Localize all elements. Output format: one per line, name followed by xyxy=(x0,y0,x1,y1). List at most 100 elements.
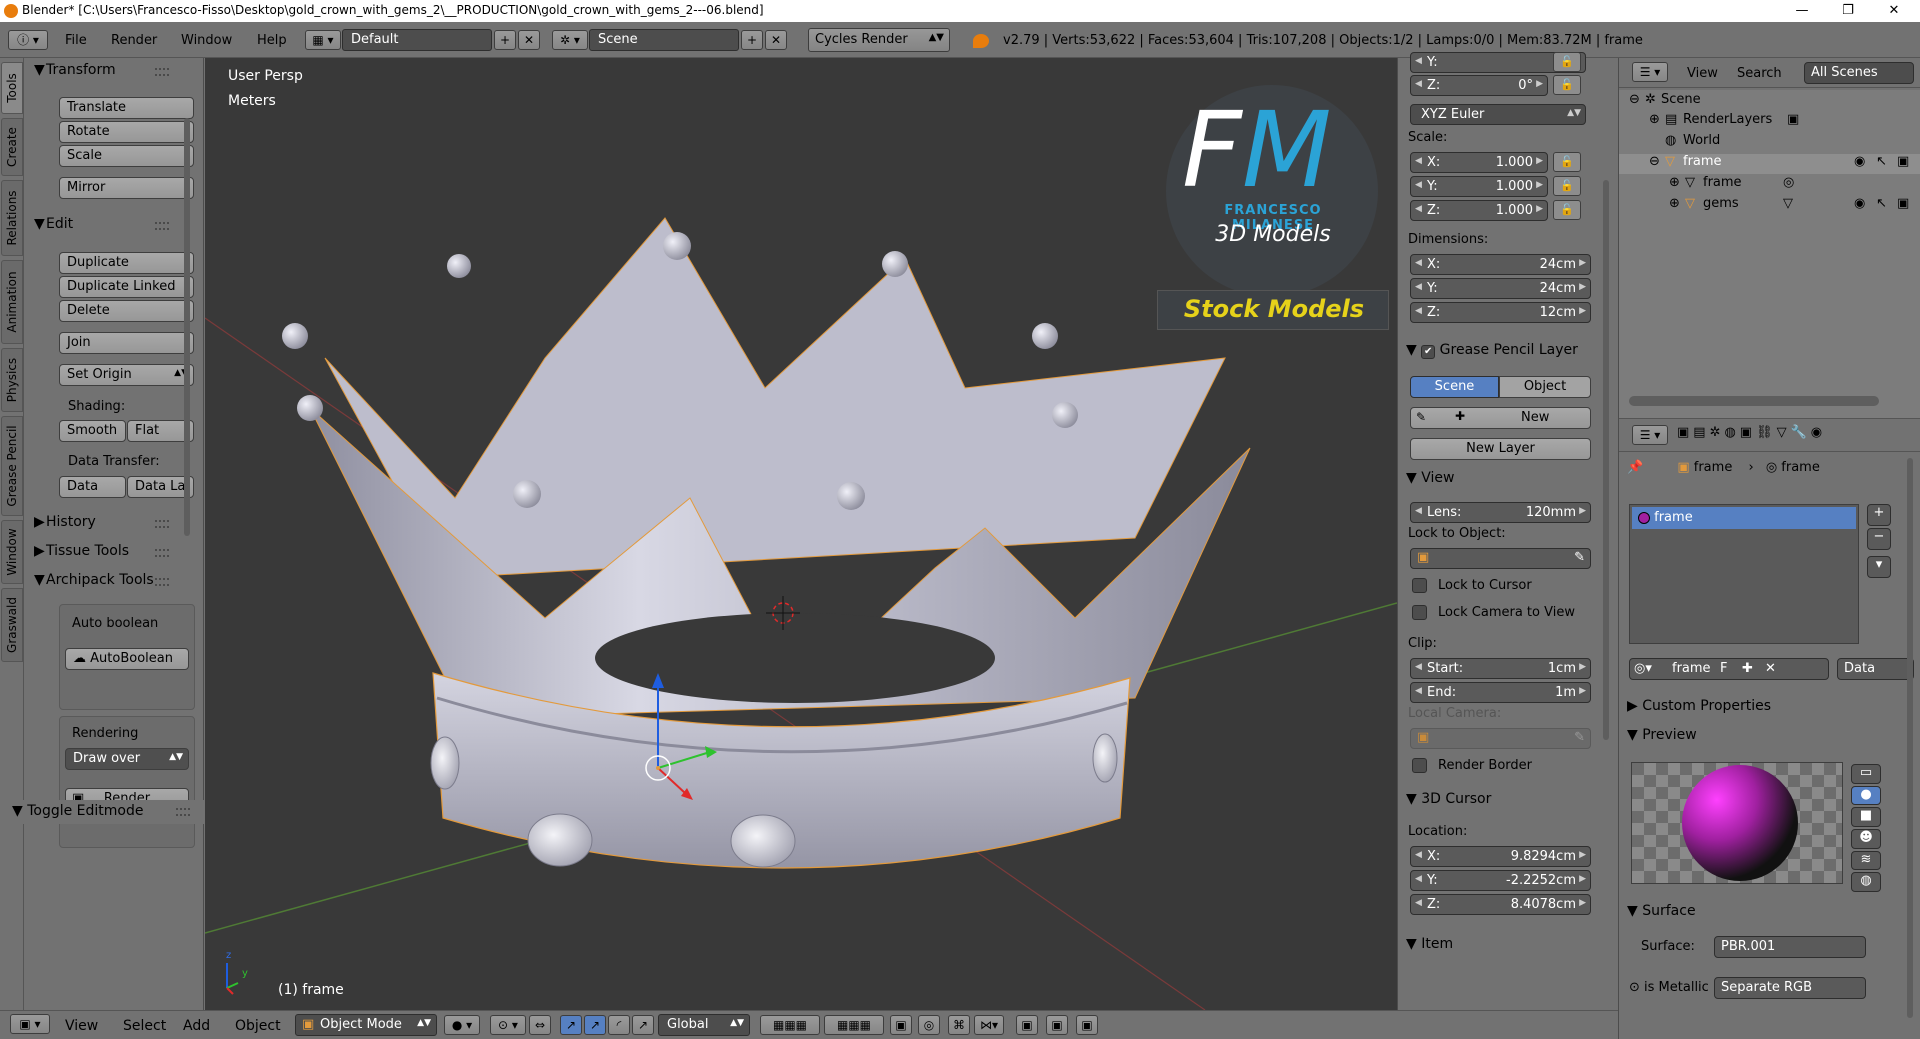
add-slot-icon[interactable]: + xyxy=(1867,504,1891,526)
panel-grip-icon[interactable] xyxy=(155,68,169,76)
outliner-h-scrollbar[interactable] xyxy=(1629,396,1879,406)
outliner-row-frame-mesh[interactable]: ⊕ ▽ frame ◎ xyxy=(1619,175,1920,195)
material-browse-icon[interactable]: ◎▾ xyxy=(1634,661,1652,676)
menu-add[interactable]: Add xyxy=(183,1018,210,1034)
add-scene-icon[interactable]: + xyxy=(741,30,763,50)
properties-editor-type-icon[interactable]: ☰ ▾ xyxy=(1632,425,1668,445)
join-button[interactable]: Join xyxy=(59,332,194,354)
lock-icon[interactable]: 🔓 xyxy=(1553,75,1581,95)
screen-layout-icon[interactable]: ▦ ▾ xyxy=(305,30,341,50)
lock-icon[interactable]: 🔓 xyxy=(1553,200,1581,220)
menu-window[interactable]: Window xyxy=(181,33,232,48)
scene-field[interactable]: Scene xyxy=(589,29,739,51)
material-datablock[interactable]: ◎▾ frame F ✚ ✕ xyxy=(1629,658,1829,680)
clip-end-field[interactable]: ◀ End: 1m ▶ xyxy=(1410,682,1591,703)
preview-plane-icon[interactable]: ▭ xyxy=(1851,764,1881,784)
lock-layers-icon[interactable]: ▣ xyxy=(890,1015,912,1035)
data-transfer-button[interactable]: Data xyxy=(59,476,126,498)
panel-tissue-header[interactable]: ▶Tissue Tools xyxy=(34,543,129,559)
panel-grip-icon[interactable] xyxy=(155,549,169,557)
renderability-camera-icon[interactable]: ▣ xyxy=(1897,196,1909,211)
is-metallic-dropdown[interactable]: Separate RGB xyxy=(1714,977,1866,999)
outliner-row-world[interactable]: ◍ World xyxy=(1619,133,1920,153)
visibility-eye-icon[interactable]: ◉ xyxy=(1854,196,1865,211)
grease-pencil-checkbox[interactable]: ✔ xyxy=(1421,345,1436,359)
selectability-arrow-icon[interactable]: ↖ xyxy=(1876,154,1887,169)
material-slot-list[interactable]: frame xyxy=(1629,504,1859,644)
viewport-render-icon[interactable]: ▣ xyxy=(1076,1015,1098,1035)
editor-type-3dview-icon[interactable]: ▣ ▾ xyxy=(10,1014,50,1034)
fake-user-button[interactable]: F xyxy=(1720,661,1727,676)
scale-z-field[interactable]: ◀ Z: 1.000 ▶ xyxy=(1410,200,1548,221)
set-origin-dropdown[interactable]: Set Origin ▲▼ xyxy=(59,364,194,386)
rotate-button[interactable]: Rotate xyxy=(59,121,194,143)
menu-render[interactable]: Render xyxy=(111,33,157,48)
translate-manipulator-icon[interactable]: ↗ xyxy=(560,1015,582,1035)
manipulator-toggle-icon[interactable]: ⇔ xyxy=(529,1015,551,1035)
outliner-row-renderlayers[interactable]: ⊕ ▤ RenderLayers ▣ xyxy=(1619,112,1920,132)
delete-button[interactable]: Delete xyxy=(59,300,194,322)
scale-y-field[interactable]: ◀ Y: 1.000 ▶ xyxy=(1410,176,1548,197)
render-layer-toggle-icon[interactable]: ▣ xyxy=(1787,112,1799,127)
gp-object-tab[interactable]: Object xyxy=(1499,376,1591,398)
add-layout-icon[interactable]: + xyxy=(494,30,516,50)
3d-viewport[interactable]: User Persp Meters (1) frame z y FM FRANC… xyxy=(205,58,1397,1010)
outliner-filter-dropdown[interactable]: All Scenes xyxy=(1804,62,1914,84)
snap-element-icon[interactable]: ⋈▾ xyxy=(974,1015,1004,1035)
layers-grid-1-icon[interactable]: ▦▦▦ xyxy=(760,1015,820,1035)
screen-layout-field[interactable]: Default xyxy=(342,29,492,51)
dimension-x-field[interactable]: ◀ X: 24cm ▶ xyxy=(1410,254,1591,275)
outliner-search-menu[interactable]: Search xyxy=(1737,66,1782,81)
grease-pencil-panel-header[interactable]: ▼ ✔ Grease Pencil Layer xyxy=(1406,342,1578,359)
scale-button[interactable]: Scale xyxy=(59,145,194,167)
preview-world-icon[interactable]: ◍ xyxy=(1851,872,1881,893)
render-border-checkbox[interactable] xyxy=(1412,758,1427,773)
rotation-z-field[interactable]: ◀ Z: 0° ▶ xyxy=(1410,75,1548,96)
material-link-dropdown[interactable]: Data xyxy=(1837,658,1914,680)
scene-selector-icon[interactable]: ✲ ▾ xyxy=(552,30,588,50)
tab-physics[interactable]: Physics xyxy=(1,348,23,412)
lock-to-cursor-checkbox[interactable] xyxy=(1412,578,1427,593)
pin-icon[interactable]: 📌 xyxy=(1627,460,1643,475)
outliner-row-frame-object[interactable]: ⊖ ▽ frame ◉ ↖ ▣ xyxy=(1619,154,1920,174)
properties-context-tabs[interactable]: ▣▤✲◍▣⛓▽🔧◉ xyxy=(1677,425,1826,440)
dimension-z-field[interactable]: ◀ Z: 12cm ▶ xyxy=(1410,302,1591,323)
slot-menu-icon[interactable]: ▾ xyxy=(1867,556,1891,578)
properties-scrollbar[interactable] xyxy=(1907,458,1913,1018)
lock-icon[interactable]: 🔓 xyxy=(1553,152,1581,172)
panel-toggle-editmode-header[interactable]: ▼ Toggle Editmode xyxy=(12,803,144,819)
menu-object[interactable]: Object xyxy=(235,1018,281,1034)
tab-grease-pencil[interactable]: Grease Pencil xyxy=(1,416,23,516)
panel-grip-icon[interactable] xyxy=(155,578,169,586)
3d-cursor-panel-header[interactable]: ▼ 3D Cursor xyxy=(1406,791,1491,807)
surface-panel-header[interactable]: ▼ Surface xyxy=(1627,903,1696,919)
cursor-x-field[interactable]: ◀ X: 9.8294cm ▶ xyxy=(1410,846,1591,867)
editor-type-info-icon[interactable]: ⓘ ▾ xyxy=(8,30,48,50)
cursor-y-field[interactable]: ◀ Y: -2.2252cm ▶ xyxy=(1410,870,1591,891)
lock-to-object-field[interactable]: ▣ ✎ xyxy=(1410,548,1591,569)
menu-select[interactable]: Select xyxy=(123,1018,166,1034)
lock-camera-checkbox[interactable] xyxy=(1412,605,1427,620)
panel-transform-header[interactable]: ▼Transform xyxy=(34,62,116,78)
tab-animation[interactable]: Animation xyxy=(1,260,23,344)
rotation-mode-dropdown[interactable]: XYZ Euler ▲▼ xyxy=(1410,104,1586,125)
outliner-row-gems[interactable]: ⊕ ▽ gems ▽ ◉ ↖ ▣ xyxy=(1619,196,1920,216)
menu-view[interactable]: View xyxy=(65,1018,98,1034)
opengl-render-animation-icon[interactable]: ▣ xyxy=(1046,1015,1068,1035)
viewport-shading-icon[interactable]: ● ▾ xyxy=(444,1015,480,1035)
view-panel-header[interactable]: ▼ View xyxy=(1406,470,1454,486)
scale-x-field[interactable]: ◀ X: 1.000 ▶ xyxy=(1410,152,1548,173)
menu-file[interactable]: File xyxy=(65,33,87,48)
duplicate-button[interactable]: Duplicate xyxy=(59,252,194,274)
opengl-render-icon[interactable]: ▣ xyxy=(1016,1015,1038,1035)
lock-icon[interactable]: 🔓 xyxy=(1553,176,1581,196)
preview-hair-icon[interactable]: ≋ xyxy=(1851,850,1881,871)
gp-new-datablock[interactable]: ✎ ✚ New xyxy=(1410,407,1591,429)
selectability-arrow-icon[interactable]: ↖ xyxy=(1876,196,1887,211)
tool-shelf-scrollbar[interactable] xyxy=(184,118,190,536)
layers-grid-2-icon[interactable]: ▦▦▦ xyxy=(824,1015,884,1035)
item-panel-header[interactable]: ▼ Item xyxy=(1406,936,1453,952)
manipulator-arrow-icon[interactable]: ↗ xyxy=(584,1015,606,1035)
remove-slot-icon[interactable]: − xyxy=(1867,528,1891,550)
preview-monkey-icon[interactable]: ☻ xyxy=(1851,829,1881,849)
